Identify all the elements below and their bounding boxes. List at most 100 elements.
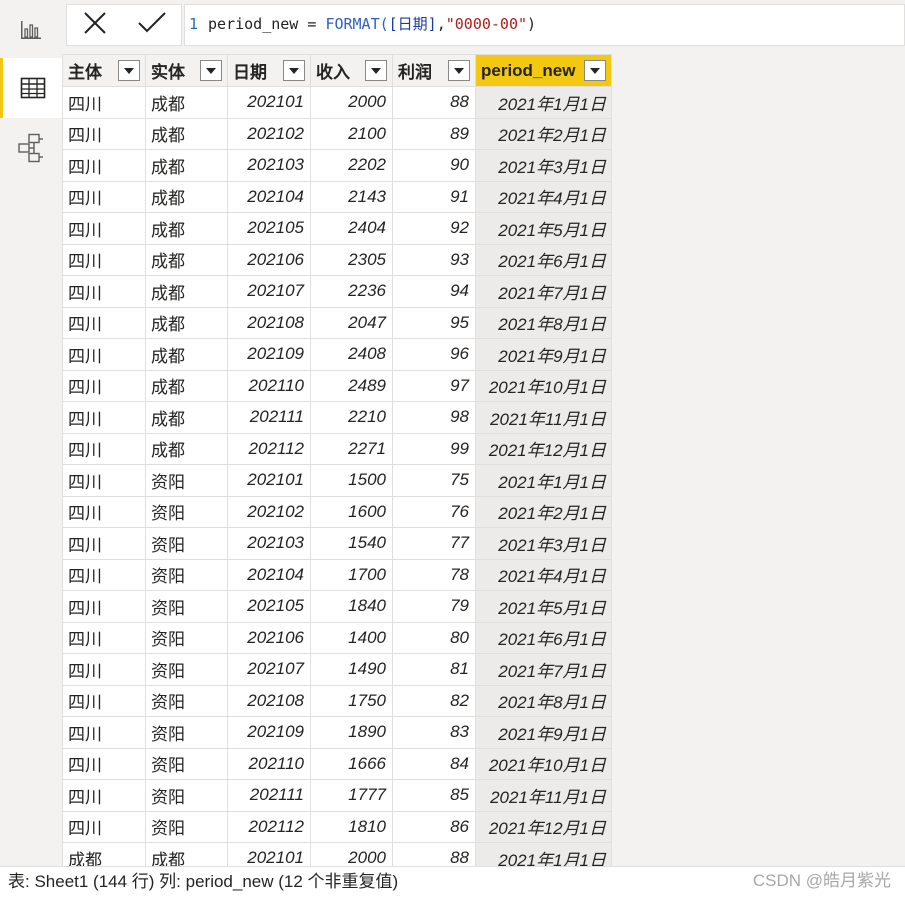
table-cell[interactable]: 资阳 [145, 810, 228, 843]
table-cell[interactable]: 202104 [227, 180, 311, 213]
table-cell[interactable]: 2100 [310, 117, 393, 150]
table-cell[interactable]: 1490 [310, 653, 393, 686]
table-cell[interactable]: 资阳 [145, 495, 228, 528]
table-cell[interactable]: 1840 [310, 590, 393, 623]
table-cell[interactable]: 2021年1月1日 [475, 86, 612, 119]
commit-button[interactable] [137, 10, 167, 40]
table-cell[interactable]: 84 [392, 747, 476, 780]
table-cell[interactable]: 2021年7月1日 [475, 275, 612, 308]
table-cell[interactable]: 75 [392, 464, 476, 497]
model-view-button[interactable] [0, 118, 62, 178]
table-cell[interactable]: 1500 [310, 464, 393, 497]
table-cell[interactable]: 四川 [62, 810, 146, 843]
table-cell[interactable]: 81 [392, 653, 476, 686]
table-cell[interactable]: 四川 [62, 275, 146, 308]
table-cell[interactable]: 1400 [310, 621, 393, 654]
table-cell[interactable]: 2021年9月1日 [475, 716, 612, 749]
table-cell[interactable]: 91 [392, 180, 476, 213]
table-cell[interactable]: 四川 [62, 243, 146, 276]
table-cell[interactable]: 四川 [62, 684, 146, 717]
table-cell[interactable]: 202111 [227, 779, 311, 812]
table-cell[interactable]: 202101 [227, 464, 311, 497]
table-cell[interactable]: 1540 [310, 527, 393, 560]
table-cell[interactable]: 成都 [145, 275, 228, 308]
column-header-0[interactable]: 主体 [62, 54, 146, 87]
table-cell[interactable]: 96 [392, 338, 476, 371]
table-cell[interactable]: 成都 [145, 401, 228, 434]
table-cell[interactable]: 四川 [62, 401, 146, 434]
table-cell[interactable]: 1666 [310, 747, 393, 780]
table-cell[interactable]: 四川 [62, 86, 146, 119]
data-view-button[interactable] [0, 58, 62, 118]
table-cell[interactable]: 2271 [310, 432, 393, 465]
table-cell[interactable]: 82 [392, 684, 476, 717]
table-cell[interactable]: 98 [392, 401, 476, 434]
table-cell[interactable]: 2021年10月1日 [475, 747, 612, 780]
table-cell[interactable]: 四川 [62, 779, 146, 812]
column-filter-dropdown[interactable] [200, 60, 222, 81]
table-cell[interactable]: 成都 [145, 86, 228, 119]
table-cell[interactable]: 2021年1月1日 [475, 464, 612, 497]
table-cell[interactable]: 99 [392, 432, 476, 465]
table-cell[interactable]: 202110 [227, 747, 311, 780]
table-cell[interactable]: 202107 [227, 275, 311, 308]
table-cell[interactable]: 资阳 [145, 653, 228, 686]
table-cell[interactable]: 四川 [62, 747, 146, 780]
table-cell[interactable]: 1700 [310, 558, 393, 591]
table-cell[interactable]: 202106 [227, 243, 311, 276]
table-cell[interactable]: 83 [392, 716, 476, 749]
table-cell[interactable]: 2021年4月1日 [475, 558, 612, 591]
formula-input[interactable]: 1 period_new = FORMAT([日期],"0000-00") [184, 4, 905, 46]
cancel-button[interactable] [82, 10, 108, 40]
table-cell[interactable]: 202105 [227, 212, 311, 245]
table-cell[interactable]: 四川 [62, 180, 146, 213]
table-cell[interactable]: 四川 [62, 464, 146, 497]
column-header-1[interactable]: 实体 [145, 54, 228, 87]
table-cell[interactable]: 成都 [145, 432, 228, 465]
column-filter-dropdown[interactable] [448, 60, 470, 81]
table-cell[interactable]: 79 [392, 590, 476, 623]
table-cell[interactable]: 2047 [310, 306, 393, 339]
table-cell[interactable]: 2021年7月1日 [475, 653, 612, 686]
table-cell[interactable]: 2489 [310, 369, 393, 402]
table-cell[interactable]: 202110 [227, 369, 311, 402]
column-header-4[interactable]: 利润 [392, 54, 476, 87]
table-cell[interactable]: 2021年6月1日 [475, 243, 612, 276]
column-header-5[interactable]: period_new [475, 54, 612, 87]
column-filter-dropdown[interactable] [283, 60, 305, 81]
table-cell[interactable]: 2021年4月1日 [475, 180, 612, 213]
table-cell[interactable]: 资阳 [145, 716, 228, 749]
table-cell[interactable]: 成都 [145, 149, 228, 182]
table-cell[interactable]: 四川 [62, 590, 146, 623]
table-cell[interactable]: 2000 [310, 86, 393, 119]
table-cell[interactable]: 四川 [62, 117, 146, 150]
table-cell[interactable]: 资阳 [145, 747, 228, 780]
table-cell[interactable]: 1890 [310, 716, 393, 749]
table-cell[interactable]: 202109 [227, 338, 311, 371]
table-cell[interactable]: 2021年2月1日 [475, 117, 612, 150]
table-cell[interactable]: 202109 [227, 716, 311, 749]
table-cell[interactable]: 成都 [145, 243, 228, 276]
table-cell[interactable]: 四川 [62, 338, 146, 371]
table-cell[interactable]: 成都 [62, 842, 146, 866]
table-cell[interactable]: 202107 [227, 653, 311, 686]
table-cell[interactable]: 2021年10月1日 [475, 369, 612, 402]
table-cell[interactable]: 2236 [310, 275, 393, 308]
table-cell[interactable]: 202102 [227, 117, 311, 150]
table-cell[interactable]: 88 [392, 86, 476, 119]
table-cell[interactable]: 97 [392, 369, 476, 402]
table-cell[interactable]: 202105 [227, 590, 311, 623]
table-cell[interactable]: 80 [392, 621, 476, 654]
table-cell[interactable]: 四川 [62, 306, 146, 339]
table-cell[interactable]: 90 [392, 149, 476, 182]
table-cell[interactable]: 资阳 [145, 464, 228, 497]
table-cell[interactable]: 成都 [145, 842, 228, 866]
table-cell[interactable]: 77 [392, 527, 476, 560]
table-cell[interactable]: 202108 [227, 306, 311, 339]
table-cell[interactable]: 资阳 [145, 590, 228, 623]
table-cell[interactable]: 四川 [62, 527, 146, 560]
table-cell[interactable]: 2000 [310, 842, 393, 866]
table-cell[interactable]: 2021年12月1日 [475, 810, 612, 843]
table-cell[interactable]: 202101 [227, 86, 311, 119]
table-cell[interactable]: 76 [392, 495, 476, 528]
